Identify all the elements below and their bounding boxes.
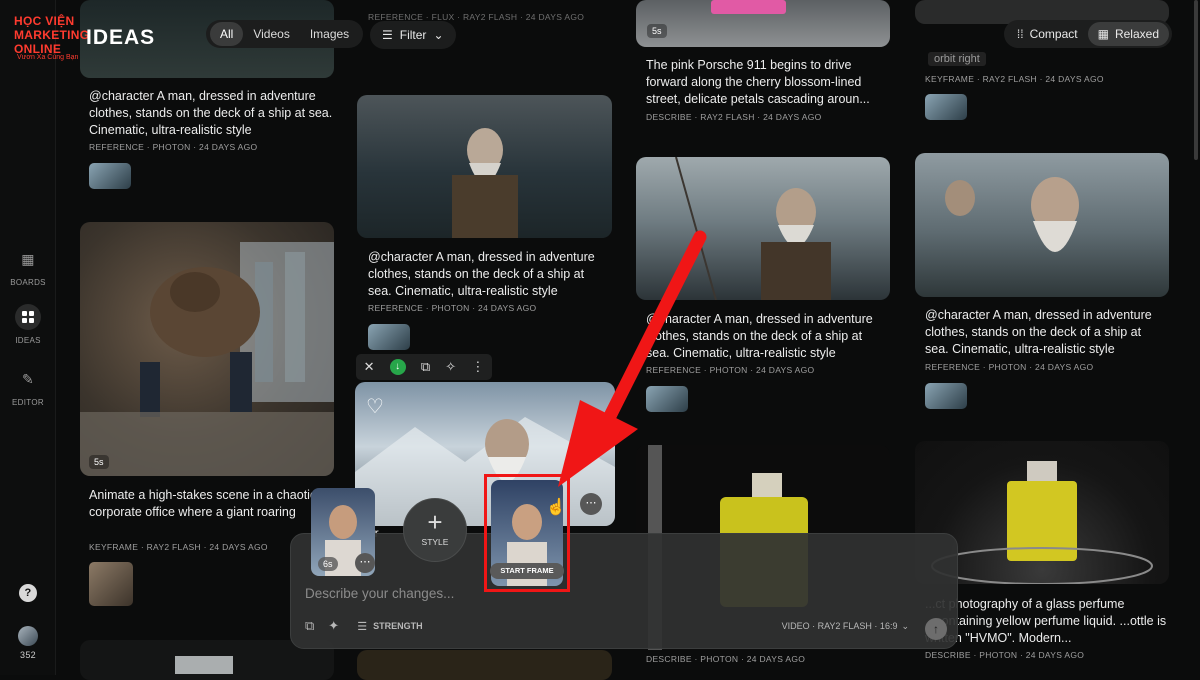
relaxed-label: Relaxed (1114, 27, 1159, 41)
tab-videos[interactable]: Videos (243, 22, 299, 46)
sidebar-item-label: EDITOR (12, 398, 44, 407)
edit-icon: ✎ (21, 371, 35, 387)
prompt-input[interactable]: Describe your changes... (305, 586, 454, 601)
style-button[interactable]: + STYLE (403, 498, 467, 562)
product-name: IDEAS (86, 26, 156, 49)
sidebar-item-editor[interactable]: ✎ EDITOR (0, 366, 56, 407)
strength-icon: ☰ (357, 620, 368, 633)
sparkle-icon[interactable]: ✦ (328, 618, 339, 634)
prompt-footer: ⧉ ✦ ☰ STRENGTH VIDEO · RAY2 FLASH · 16:9… (305, 616, 943, 636)
tab-all[interactable]: All (210, 22, 244, 46)
duration-badge: 5s (647, 24, 667, 38)
duration-badge: 5s (89, 455, 109, 469)
help-button[interactable]: ? (0, 584, 56, 608)
frame-icon[interactable]: ⧉ (421, 359, 430, 375)
card-image[interactable] (357, 95, 612, 238)
prompt-panel: Describe your changes... ⧉ ✦ ☰ STRENGTH … (290, 533, 958, 649)
annotation-arrow-icon (558, 230, 707, 487)
sidebar: ▦ BOARDS IDEAS ✎ EDITOR ? 352 (0, 0, 56, 675)
card-caption: The pink Porsche 911 begins to drive for… (646, 58, 870, 106)
plus-icon: + (427, 507, 443, 537)
view-toggle: ⁞⁞ Compact ▦ Relaxed (1003, 20, 1172, 48)
brand-slogan: Vươn Xa Cùng Bạn (17, 54, 79, 61)
style-label: STYLE (421, 537, 449, 547)
strength-button[interactable]: STRENGTH (373, 621, 423, 631)
card-meta: KEYFRAME · RAY2 FLASH · 24 DAYS AGO (89, 542, 268, 552)
scrollbar[interactable] (1194, 0, 1198, 160)
compact-label: Compact (1029, 27, 1078, 41)
card-image[interactable] (80, 222, 334, 476)
chevron-down-icon: ⌄ (901, 620, 909, 631)
card-meta: KEYFRAME · RAY2 FLASH · 24 DAYS AGO (925, 74, 1104, 84)
card-caption: ...ct photography of a glass perfume ...… (925, 597, 1167, 645)
card-caption: Animate a high-stakes scene in a chaotic… (89, 488, 317, 519)
download-icon[interactable]: ↓ (389, 359, 406, 375)
card-meta: DESCRIBE · RAY2 FLASH · 24 DAYS AGO (646, 112, 822, 122)
chevron-down-icon: ⌄ (433, 28, 444, 42)
card-meta: DESCRIBE · PHOTON · 24 DAYS AGO (925, 650, 1085, 660)
card-toolbar: ✕ ↓ ⧉ ✧ ⋮ (356, 354, 492, 380)
heart-icon[interactable]: ♡ (366, 394, 384, 419)
reference-thumbnail[interactable] (368, 324, 410, 350)
model-selector[interactable]: VIDEO · RAY2 FLASH · 16:9 (782, 621, 898, 631)
sidebar-item-label: IDEAS (15, 336, 41, 345)
grid-icon (15, 304, 41, 330)
card-image[interactable] (636, 0, 890, 47)
sidebar-item-boards[interactable]: ▦ BOARDS (0, 246, 56, 287)
send-button[interactable]: ↑ (925, 618, 947, 640)
compact-view-button[interactable]: ⁞⁞ Compact (1007, 22, 1088, 46)
more-icon[interactable]: ⋮ (471, 359, 484, 375)
keyframe-thumbnail[interactable] (89, 562, 133, 606)
media-type-tabs: All Videos Images (206, 20, 364, 48)
filter-label: Filter (399, 28, 427, 42)
logo: HỌC VIỆN MARKETING ONLINE Vươn Xa Cùng B… (14, 14, 174, 61)
help-icon: ? (19, 584, 37, 602)
card-caption: @character A man, dressed in adventure c… (925, 308, 1152, 356)
card-meta: REFERENCE · PHOTON · 24 DAYS AGO (89, 142, 258, 152)
reference-thumbnail[interactable] (89, 163, 131, 189)
card-image[interactable] (915, 153, 1169, 297)
card-caption: @character A man, dressed in adventure c… (89, 89, 333, 137)
card-meta: REFERENCE · PHOTON · 24 DAYS AGO (368, 303, 537, 313)
card-meta: REFERENCE · PHOTON · 24 DAYS AGO (925, 362, 1094, 372)
tab-images[interactable]: Images (300, 22, 359, 46)
close-icon[interactable]: ✕ (364, 359, 375, 375)
grid-icon: ▦ (1097, 27, 1109, 41)
credits-count: 352 (20, 650, 36, 660)
card-meta: DESCRIBE · PHOTON · 24 DAYS AGO (646, 654, 806, 664)
lightbulb-icon[interactable]: ✧ (445, 359, 456, 375)
sidebar-item-ideas[interactable]: IDEAS (0, 304, 56, 345)
filter-icon: ☰ (382, 28, 393, 42)
boards-icon: ▦ (21, 251, 35, 267)
keyframe-thumbnail[interactable] (925, 94, 967, 120)
motion-tag: orbit right (928, 52, 986, 66)
relaxed-view-button[interactable]: ▦ Relaxed (1087, 22, 1169, 46)
filter-button[interactable]: ☰ Filter ⌄ (370, 21, 456, 49)
image-upload-icon[interactable]: ⧉ (305, 618, 314, 634)
reference-thumbnail[interactable] (925, 383, 967, 409)
sidebar-item-label: BOARDS (10, 278, 46, 287)
account-avatar[interactable]: 352 (0, 626, 56, 660)
duration-badge: 6s (318, 557, 338, 571)
avatar (18, 626, 38, 646)
more-icon[interactable]: ⋯ (355, 553, 375, 573)
dots-grid-icon: ⁞⁞ (1016, 27, 1024, 41)
card-image[interactable] (357, 650, 612, 680)
